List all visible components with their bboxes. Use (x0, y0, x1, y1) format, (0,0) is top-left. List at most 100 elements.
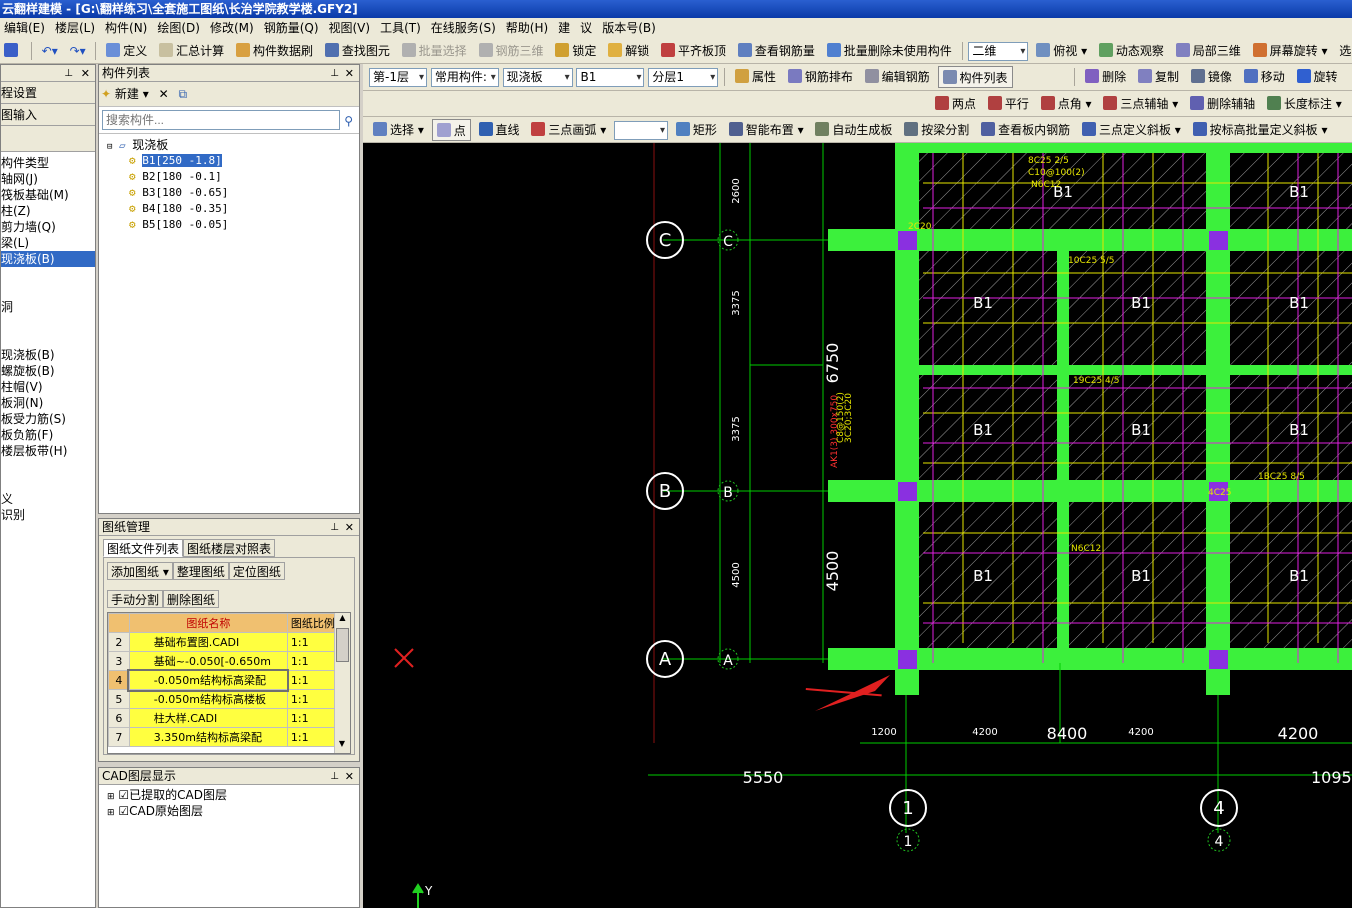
more-button[interactable]: 选 (1335, 40, 1352, 62)
top-view-button[interactable]: 俯视 ▾ (1032, 40, 1091, 62)
point-button[interactable]: 点 (431, 119, 471, 141)
attr-button[interactable]: 属性 (731, 66, 780, 88)
nav-item[interactable]: 现浇板(B) (1, 251, 95, 267)
batch-select-button[interactable]: 批量选择 (398, 40, 471, 62)
view-rebar-button[interactable]: 查看钢筋量 (734, 40, 819, 62)
comp-type-select[interactable]: 常用构件: (430, 68, 499, 87)
component-item[interactable]: ⚙ B2[180 -0.1] (107, 169, 359, 185)
view-mode-select[interactable]: 二维 (968, 42, 1029, 61)
nav-item[interactable]: 柱(Z) (1, 203, 95, 219)
split-beam-button[interactable]: 按梁分割 (900, 119, 973, 141)
comp-list-button[interactable]: 构件列表 (937, 66, 1013, 88)
dynamic-view-button[interactable]: 动态观察 (1095, 40, 1168, 62)
arrange-drawing-button[interactable]: 整理图纸 (172, 562, 229, 580)
floor-select[interactable]: 第-1层 (369, 68, 427, 87)
menu-item[interactable]: 议 (576, 18, 598, 38)
locate-drawing-button[interactable]: 定位图纸 (228, 562, 285, 580)
new-button[interactable]: ✦ 新建 ▾ (101, 85, 149, 102)
menu-item[interactable]: 视图(V) (325, 18, 377, 38)
nav-item[interactable]: 柱帽(V) (1, 379, 95, 395)
select-button[interactable]: 选择 ▾ (369, 119, 428, 141)
cad-layer-original[interactable]: CAD原始图层 (129, 804, 203, 818)
nav-item[interactable] (1, 475, 95, 491)
parallel-button[interactable]: 平行 (984, 93, 1033, 115)
move-button[interactable]: 移动 (1240, 66, 1289, 88)
arc-button[interactable]: 三点画弧 ▾ (527, 119, 610, 141)
sum-calc-button[interactable]: 汇总计算 (155, 40, 228, 62)
menu-item[interactable]: 编辑(E) (0, 18, 51, 38)
nav-item[interactable] (1, 331, 95, 347)
menu-item[interactable]: 楼层(L) (51, 18, 101, 38)
flush-top-button[interactable]: 平齐板顶 (657, 40, 730, 62)
menu-item[interactable]: 建 (554, 18, 576, 38)
smart-place-button[interactable]: 智能布置 ▾ (725, 119, 808, 141)
nav-item[interactable]: 现浇板(B) (1, 347, 95, 363)
view-inner-rebar-button[interactable]: 查看板内钢筋 (977, 119, 1074, 141)
nav-item[interactable]: 梁(L) (1, 235, 95, 251)
line-button[interactable]: 直线 (475, 119, 524, 141)
comp-brush-button[interactable]: 构件数据刷 (232, 40, 317, 62)
undo-button[interactable]: ↶▾ (38, 40, 62, 62)
menu-item[interactable]: 帮助(H) (502, 18, 554, 38)
length-mark-button[interactable]: 长度标注 ▾ (1263, 93, 1346, 115)
unlock-button[interactable]: 解锁 (604, 40, 653, 62)
local-3d-button[interactable]: 局部三维 (1172, 40, 1245, 62)
delete-axis-button[interactable]: 删除辅轴 (1186, 93, 1259, 115)
comp-category-select[interactable]: 现浇板 (502, 68, 573, 87)
cad-layer-extracted[interactable]: 已提取的CAD图层 (129, 788, 227, 802)
nav-item[interactable]: 板受力筋(S) (1, 411, 95, 427)
search-icon[interactable]: ⚲ (344, 114, 353, 128)
menu-item[interactable]: 修改(M) (206, 18, 260, 38)
nav-item[interactable]: 螺旋板(B) (1, 363, 95, 379)
nav-item[interactable]: 洞 (1, 299, 95, 315)
nav-item[interactable] (1, 315, 95, 331)
edit-rebar-button[interactable]: 编辑钢筋 (861, 66, 934, 88)
table-row[interactable]: 6 柱大样.CADI 1:1 (108, 708, 343, 728)
nav-item[interactable] (1, 459, 95, 475)
close-icon[interactable]: ✕ (345, 768, 354, 785)
nav-project-settings[interactable]: 程设置 (1, 82, 95, 104)
mirror-button[interactable]: 镜像 (1187, 66, 1236, 88)
component-item[interactable]: ⚙ B5[180 -0.05] (107, 217, 359, 233)
tab-file-list[interactable]: 图纸文件列表 (103, 539, 184, 557)
nav-item[interactable]: 义 (1, 491, 95, 507)
batch-delete-button[interactable]: 批量删除未使用构件 (823, 40, 956, 62)
nav-drawing-input[interactable]: 图输入 (1, 104, 95, 126)
component-item[interactable]: ⚙ B3[180 -0.65] (107, 185, 359, 201)
nav-item[interactable]: 楼层板带(H) (1, 443, 95, 459)
save-button[interactable] (0, 40, 25, 62)
lock-button[interactable]: 锁定 (551, 40, 600, 62)
component-item[interactable]: ⚙ B4[180 -0.35] (107, 201, 359, 217)
nav-item[interactable]: 构件类型 (1, 155, 95, 171)
nav-item[interactable]: 轴网(J) (1, 171, 95, 187)
manual-split-button[interactable]: 手动分割 (107, 590, 164, 608)
table-row[interactable]: 2 基础布置图.CADI 1:1 (108, 632, 343, 652)
nav-item[interactable]: 板负筋(F) (1, 427, 95, 443)
cad-drawing[interactable]: C C B B A A 1 1 4 4 2600 3375 6750 3375 4500 4500 1200 42… (363, 143, 1352, 908)
component-item[interactable]: ⚙ B1[250 -1.8] (107, 153, 359, 169)
rebar-3d-button[interactable]: 钢筋三维 (475, 40, 548, 62)
auto-gen-button[interactable]: 自动生成板 (811, 119, 896, 141)
menu-item[interactable]: 绘图(D) (153, 18, 206, 38)
delete-comp-icon[interactable]: ✕ (159, 87, 169, 101)
scrollbar[interactable]: ▲ ▼ (334, 613, 350, 753)
table-row[interactable]: 4 -0.050m结构标高梁配 1:1 (108, 668, 343, 692)
nav-item[interactable] (1, 283, 95, 299)
screen-rotate-button[interactable]: 屏幕旋转 ▾ (1249, 40, 1332, 62)
rect-button[interactable]: 矩形 (672, 119, 721, 141)
add-drawing-button[interactable]: 添加图纸 ▾ (107, 562, 173, 580)
layer-checkbox[interactable]: ☑ (118, 804, 129, 818)
menu-item[interactable]: 工具(T) (376, 18, 427, 38)
define-button[interactable]: 定义 (102, 40, 151, 62)
menu-item[interactable]: 钢筋量(Q) (260, 18, 325, 38)
find-elem-button[interactable]: 查找图元 (321, 40, 394, 62)
rebar-arrange-button[interactable]: 钢筋排布 (784, 66, 857, 88)
table-row[interactable]: 5 -0.050m结构标高楼板 1:1 (108, 689, 343, 709)
delete-drawing-button[interactable]: 删除图纸 (163, 590, 220, 608)
delete-button[interactable]: 删除 (1081, 66, 1130, 88)
nav-item[interactable]: 识别 (1, 507, 95, 523)
menu-item[interactable]: 版本号(B) (598, 18, 662, 38)
close-icon[interactable]: ✕ (345, 519, 354, 536)
copy-button[interactable]: 复制 (1134, 66, 1183, 88)
two-point-button[interactable]: 两点 (931, 93, 980, 115)
